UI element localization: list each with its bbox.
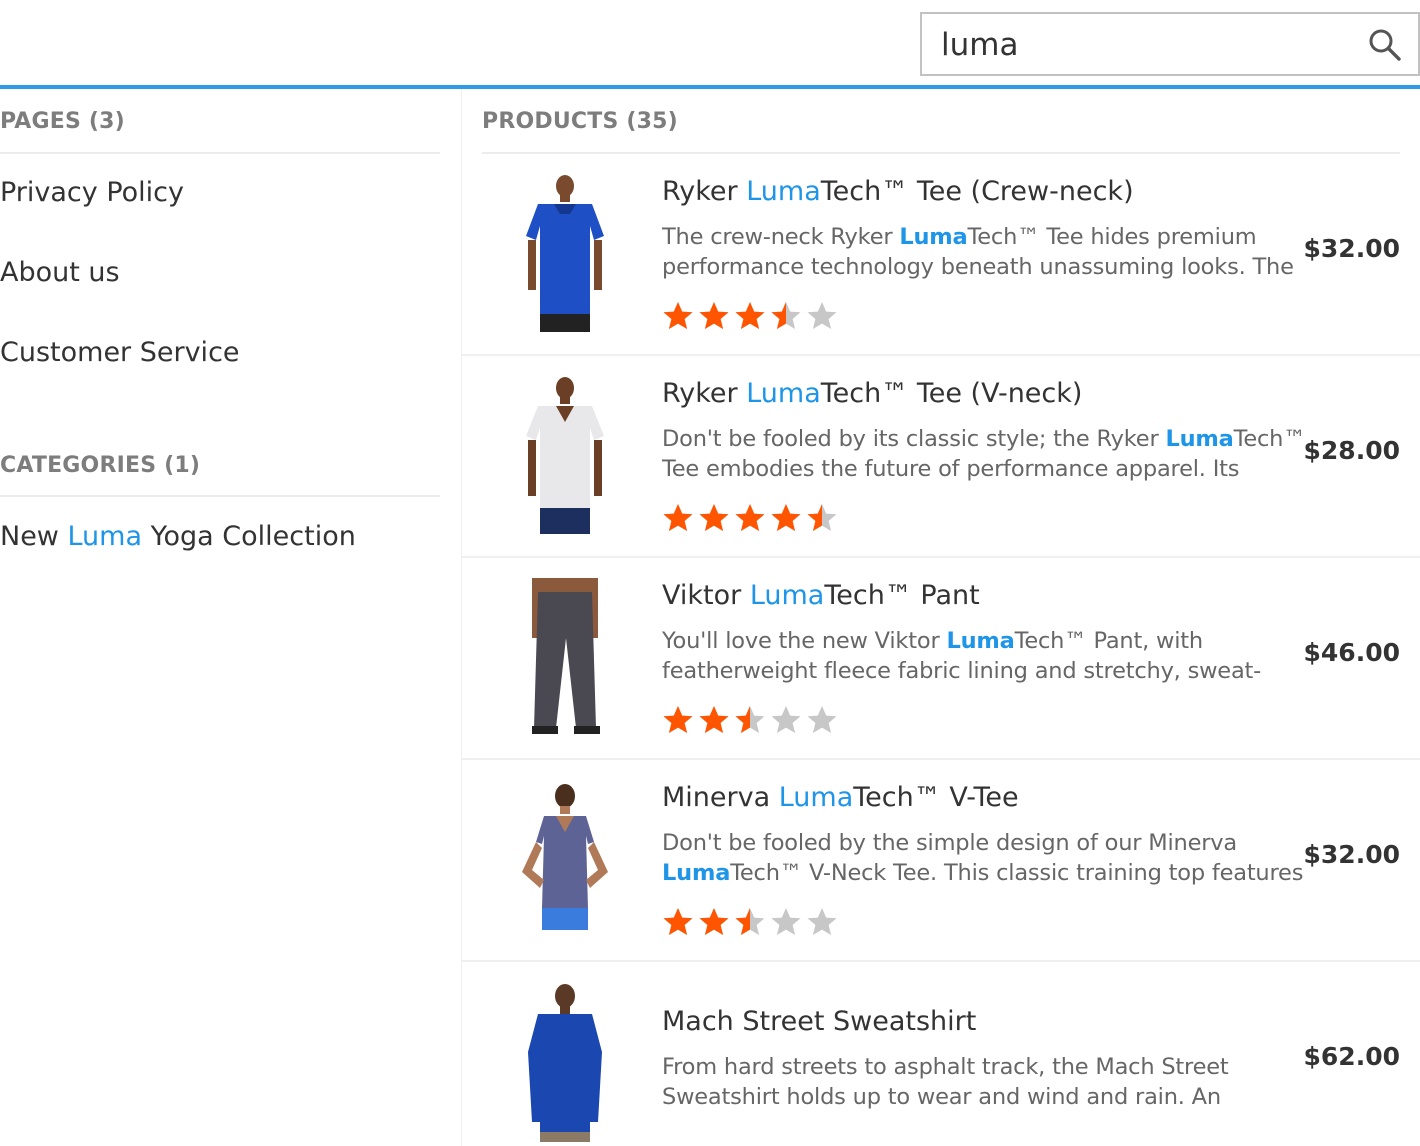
product-item[interactable]: Viktor LumaTech™ Pant You'll love the ne… [462, 558, 1420, 760]
product-description: Don't be fooled by the simple design of … [662, 830, 1304, 886]
star-icon [771, 504, 801, 531]
product-item[interactable]: Ryker LumaTech™ Tee (V-neck) Don't be fo… [462, 356, 1420, 558]
rating-stars [662, 502, 842, 534]
page-link-privacy-policy[interactable]: Privacy Policy [0, 176, 184, 210]
page-link-about-us[interactable]: About us [0, 256, 120, 290]
star-icon [807, 908, 837, 935]
product-name[interactable]: Ryker LumaTech™ Tee (Crew-neck) [662, 174, 1134, 210]
star-icon [735, 908, 765, 935]
product-price: $32.00 [1303, 840, 1400, 869]
star-icon [735, 706, 765, 733]
page-link-customer-service[interactable]: Customer Service [0, 336, 240, 370]
star-icon [699, 908, 729, 935]
star-icon [735, 302, 765, 329]
rating-stars [662, 300, 842, 332]
product-name[interactable]: Ryker LumaTech™ Tee (V-neck) [662, 376, 1082, 412]
star-icon [771, 908, 801, 935]
product-image[interactable] [510, 376, 620, 536]
categories-section-title: CATEGORIES (1) [0, 453, 201, 478]
divider [0, 495, 440, 497]
rating-stars [662, 906, 842, 938]
divider [0, 152, 440, 154]
category-text: Yoga Collection [142, 521, 356, 552]
products-section-title: PRODUCTS (35) [482, 109, 678, 134]
product-description: From hard streets to asphalt track, the … [662, 1054, 1229, 1110]
star-icon [771, 706, 801, 733]
star-icon [699, 504, 729, 531]
star-icon [663, 908, 693, 935]
star-icon [699, 302, 729, 329]
star-icon [807, 504, 837, 531]
product-description: The crew-neck Ryker LumaTech™ Tee hides … [662, 224, 1294, 280]
search-input[interactable]: luma [920, 12, 1420, 76]
star-icon [735, 504, 765, 531]
product-price: $28.00 [1303, 436, 1400, 465]
rating-stars [662, 704, 842, 736]
pages-section-title: PAGES (3) [0, 109, 125, 134]
product-image[interactable] [510, 780, 620, 940]
star-icon [771, 302, 801, 329]
product-name[interactable]: Minerva LumaTech™ V-Tee [662, 780, 1019, 816]
product-item[interactable]: Mach Street Sweatshirt From hard streets… [462, 962, 1420, 1146]
star-icon [699, 706, 729, 733]
search-highlight: Luma [67, 521, 143, 552]
product-price: $32.00 [1303, 234, 1400, 263]
star-icon [807, 706, 837, 733]
product-description: You'll love the new Viktor LumaTech™ Pan… [662, 628, 1262, 684]
product-item[interactable]: Ryker LumaTech™ Tee (Crew-neck) The crew… [462, 154, 1420, 356]
star-icon [807, 302, 837, 329]
product-image[interactable] [510, 982, 620, 1142]
category-link-yoga-collection[interactable]: New Luma Yoga Collection [0, 520, 356, 554]
product-price: $62.00 [1303, 1042, 1400, 1071]
star-icon [663, 504, 693, 531]
product-image[interactable] [510, 578, 620, 738]
product-name[interactable]: Viktor LumaTech™ Pant [662, 578, 980, 614]
product-name[interactable]: Mach Street Sweatshirt [662, 1004, 976, 1040]
product-price: $46.00 [1303, 638, 1400, 667]
search-icon[interactable] [1368, 28, 1402, 62]
product-description: Don't be fooled by its classic style; th… [662, 426, 1306, 482]
star-icon [663, 302, 693, 329]
category-text: New [0, 521, 68, 552]
search-input-value[interactable]: luma [941, 27, 1018, 63]
product-image[interactable] [510, 174, 620, 334]
product-item[interactable]: Minerva LumaTech™ V-Tee Don't be fooled … [462, 760, 1420, 962]
autocomplete-left-column: PAGES (3) Privacy Policy About us Custom… [0, 89, 462, 1146]
star-icon [663, 706, 693, 733]
